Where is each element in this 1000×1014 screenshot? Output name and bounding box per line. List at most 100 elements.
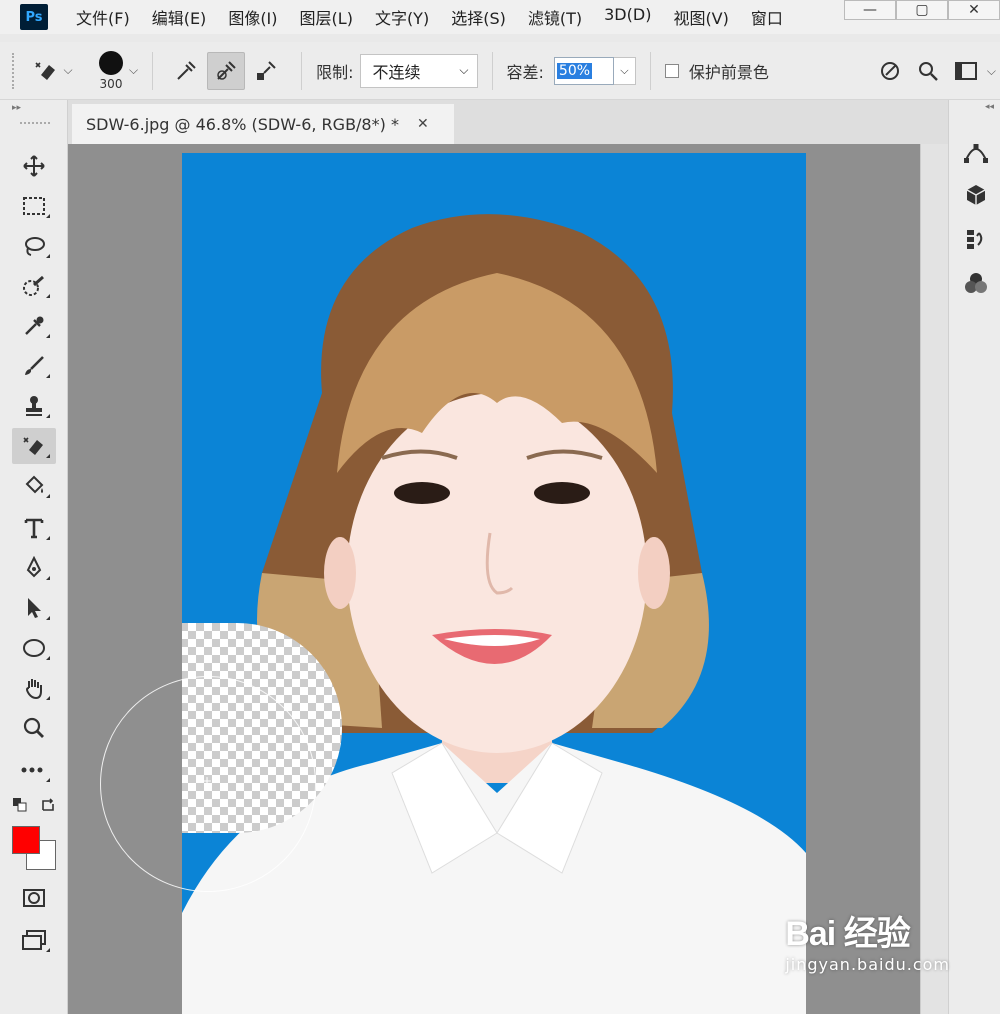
document-canvas[interactable]: [182, 153, 806, 1014]
tool-group-indicator: [46, 294, 50, 298]
brush-crosshair-icon: +: [202, 774, 213, 788]
color-wheel-icon: [965, 273, 987, 293]
cube-icon: [966, 185, 986, 205]
search-button[interactable]: [911, 54, 945, 88]
menu-filter[interactable]: 滤镜(T): [528, 5, 582, 29]
tool-group-indicator: [46, 536, 50, 540]
options-bar-grip[interactable]: [12, 52, 15, 89]
menu-select[interactable]: 选择(S): [451, 5, 506, 29]
quick-selection-tool[interactable]: [12, 268, 56, 304]
restore-button[interactable]: ▢: [896, 0, 948, 20]
chevron-down-icon: ⌵: [459, 63, 469, 77]
brush-icon: [25, 356, 44, 375]
eyedropper-swatch-icon: [257, 60, 276, 80]
sampling-continuous-button[interactable]: [167, 52, 205, 90]
menu-type[interactable]: 文字(Y): [375, 5, 429, 29]
tool-group-indicator: [46, 494, 50, 498]
lasso-tool[interactable]: [12, 228, 56, 264]
close-button[interactable]: ✕: [948, 0, 1000, 20]
paint-bucket-icon: [25, 475, 44, 494]
color-panel-button[interactable]: [961, 268, 991, 298]
hand-tool[interactable]: [12, 670, 56, 706]
brush-picker[interactable]: 300: [99, 50, 123, 91]
menu-3d[interactable]: 3D(D): [604, 5, 651, 29]
path-selection-tool[interactable]: [12, 590, 56, 626]
tools-panel: ▸▸: [0, 100, 68, 1014]
photoshop-logo: Ps: [20, 4, 48, 30]
more-tools-button[interactable]: [12, 752, 56, 788]
tolerance-dropdown-button[interactable]: ⌵: [613, 56, 636, 85]
screen-mode-button[interactable]: [12, 922, 56, 958]
search-icon: [918, 62, 938, 81]
eyedropper-once-icon: [217, 60, 236, 80]
tool-group-indicator: [46, 696, 50, 700]
limits-select[interactable]: 不连续 ⌵: [359, 53, 478, 88]
menu-layer[interactable]: 图层(L): [300, 5, 353, 29]
workspace-button[interactable]: [949, 54, 983, 88]
eyedropper-icon: [25, 316, 44, 335]
close-tab-icon[interactable]: ✕: [417, 116, 429, 132]
menu-file[interactable]: 文件(F): [76, 5, 130, 29]
background-eraser-icon: [23, 437, 43, 455]
menu-window[interactable]: 窗口: [751, 5, 783, 29]
zoom-icon: [23, 717, 44, 738]
stamp-icon: [26, 396, 42, 416]
lasso-icon: [25, 237, 45, 256]
divider: [491, 51, 493, 90]
sampling-group: [167, 51, 287, 90]
eyedropper-continuous-icon: [177, 60, 196, 80]
toolbar-collapse-toggle[interactable]: ▸▸: [0, 100, 67, 116]
tool-preset-picker[interactable]: ⌵: [33, 53, 73, 89]
chevron-down-icon[interactable]: ⌵: [129, 63, 138, 78]
quick-mask-icon: [23, 889, 45, 907]
chevron-down-icon[interactable]: ⌵: [987, 64, 996, 79]
clone-stamp-tool[interactable]: [12, 388, 56, 424]
tool-group-indicator: [46, 334, 50, 338]
panel-collapse-toggle[interactable]: ◂◂: [949, 100, 1000, 112]
move-tool[interactable]: [12, 148, 56, 184]
document-tab-title: SDW-6.jpg @ 46.8% (SDW-6, RGB/8*) *: [86, 114, 399, 134]
swap-colors-icon[interactable]: [40, 797, 56, 813]
default-colors-icon[interactable]: [12, 797, 28, 813]
menu-list: 文件(F) 编辑(E) 图像(I) 图层(L) 文字(Y) 选择(S) 滤镜(T…: [76, 5, 805, 29]
quick-mask-button[interactable]: [12, 880, 56, 916]
watermark-logo: Bai 经验: [785, 915, 910, 953]
tool-group-indicator: [46, 254, 50, 258]
brush-tool[interactable]: [12, 348, 56, 384]
color-swap-controls: [12, 790, 56, 820]
tool-group-indicator: [46, 374, 50, 378]
minimize-button[interactable]: —: [844, 0, 896, 20]
tool-group-indicator: [46, 214, 50, 218]
paths-panel-button[interactable]: [961, 138, 991, 168]
ellipse-tool[interactable]: [12, 630, 56, 666]
ellipse-icon: [23, 639, 45, 657]
tolerance-input[interactable]: 50%: [553, 56, 614, 85]
pressure-size-button[interactable]: [873, 54, 907, 88]
protect-foreground-label: 保护前景色: [688, 62, 769, 82]
zoom-tool[interactable]: [12, 710, 56, 746]
3d-panel-button[interactable]: [961, 180, 991, 210]
canvas-area[interactable]: +: [68, 144, 920, 1014]
menu-edit[interactable]: 编辑(E): [152, 5, 207, 29]
toolbar-grip[interactable]: [20, 122, 50, 125]
divider: [301, 51, 303, 90]
tolerance-control: 50% ⌵: [553, 56, 636, 85]
pen-tool[interactable]: [12, 550, 56, 586]
type-tool[interactable]: [12, 510, 56, 546]
background-eraser-icon: [35, 61, 56, 80]
screen-mode-icon: [22, 930, 46, 950]
history-panel-button[interactable]: [961, 224, 991, 254]
eyedropper-tool[interactable]: [12, 308, 56, 344]
limits-label: 限制:: [316, 62, 354, 82]
paint-bucket-tool[interactable]: [12, 468, 56, 504]
document-tab[interactable]: SDW-6.jpg @ 46.8% (SDW-6, RGB/8*) * ✕: [72, 104, 454, 144]
marquee-tool[interactable]: [12, 188, 56, 224]
protect-foreground-checkbox[interactable]: [664, 63, 679, 78]
foreground-color-swatch[interactable]: [12, 826, 40, 854]
sampling-swatch-button[interactable]: [247, 52, 285, 90]
background-eraser-tool[interactable]: [12, 428, 56, 464]
options-right-icons: ⌵: [869, 42, 1000, 100]
menu-view[interactable]: 视图(V): [673, 5, 728, 29]
sampling-once-button[interactable]: [207, 51, 246, 90]
menu-image[interactable]: 图像(I): [228, 5, 277, 29]
